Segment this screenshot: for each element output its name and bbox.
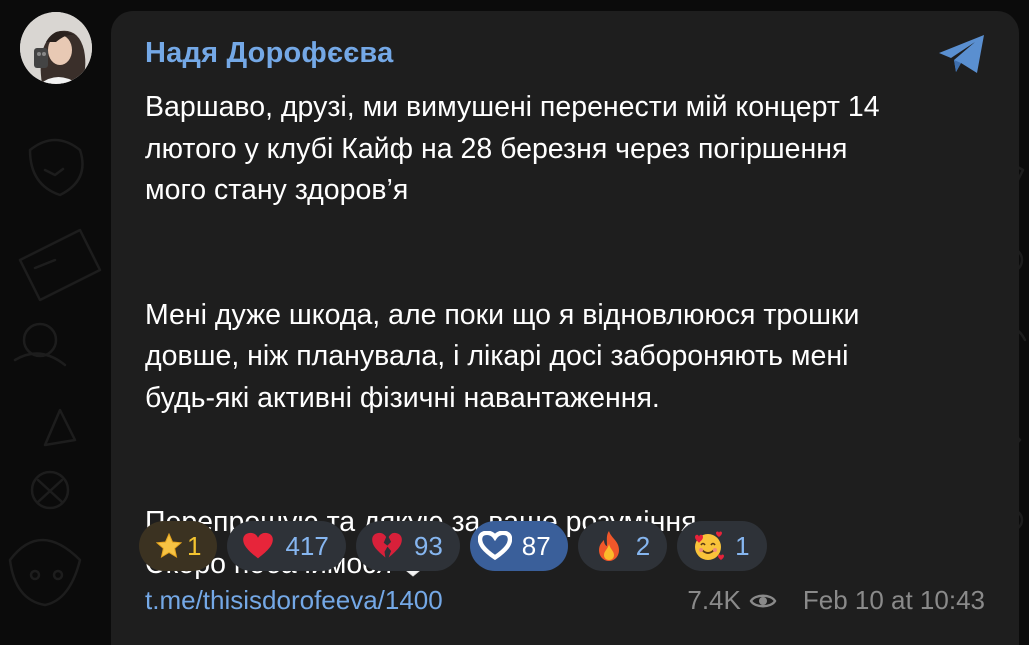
view-count: 7.4K — [687, 585, 741, 615]
sender-name[interactable]: Надя Дорофєєва — [145, 37, 393, 70]
reaction-fire[interactable]: 2 — [577, 521, 668, 571]
reaction-count: 87 — [521, 530, 551, 561]
text-line: лютого у клубі Кайф на 28 березня через … — [145, 132, 848, 165]
reaction-count: 93 — [413, 530, 443, 561]
reaction-red-heart[interactable]: 417 — [227, 521, 346, 571]
broken-heart-icon — [370, 529, 404, 563]
star-icon — [155, 529, 183, 563]
fire-icon — [592, 529, 626, 563]
text-line: Варшаво, друзі, ми вимушені перенести мі… — [145, 91, 880, 123]
red-heart-icon — [241, 529, 275, 563]
reaction-star[interactable]: 1 — [139, 521, 218, 571]
eye-icon — [749, 591, 777, 611]
reaction-count: 417 — [285, 530, 329, 561]
text-line: будь-які активні фізичні навантаження. — [145, 381, 660, 414]
message-meta: 7.4K Feb 10 at 10:43 — [687, 585, 985, 616]
telegram-icon — [939, 35, 984, 73]
reactions-bar: 1 417 93 87 2 1 — [139, 521, 767, 571]
reaction-count: 1 — [735, 530, 750, 561]
text-line: Мені дуже шкода, але поки що я відновлюю… — [145, 298, 860, 331]
message-text: Варшаво, друзі, ми вимушені перенести мі… — [145, 87, 1005, 585]
reaction-count: 1 — [187, 530, 202, 561]
timestamp: Feb 10 at 10:43 — [802, 585, 985, 615]
text-line: довше, ніж планувала, і лікарі досі забо… — [145, 340, 849, 372]
message-bubble: Надя Дорофєєва Варшаво, друзі, ми вимуше… — [111, 11, 1019, 645]
profile-photo — [20, 12, 92, 84]
channel-avatar[interactable] — [20, 12, 92, 84]
reaction-broken-heart[interactable]: 93 — [355, 521, 460, 571]
reaction-smiling-hearts[interactable]: 1 — [677, 521, 767, 571]
smiling-face-with-hearts-icon — [691, 529, 725, 563]
heart-hands-icon — [477, 529, 512, 563]
text-line: мого стану здоров’я — [145, 174, 409, 206]
reaction-heart-hands[interactable]: 87 — [469, 521, 568, 571]
reaction-count: 2 — [635, 530, 651, 561]
post-link[interactable]: t.me/thisisdorofeeva/1400 — [145, 585, 443, 616]
